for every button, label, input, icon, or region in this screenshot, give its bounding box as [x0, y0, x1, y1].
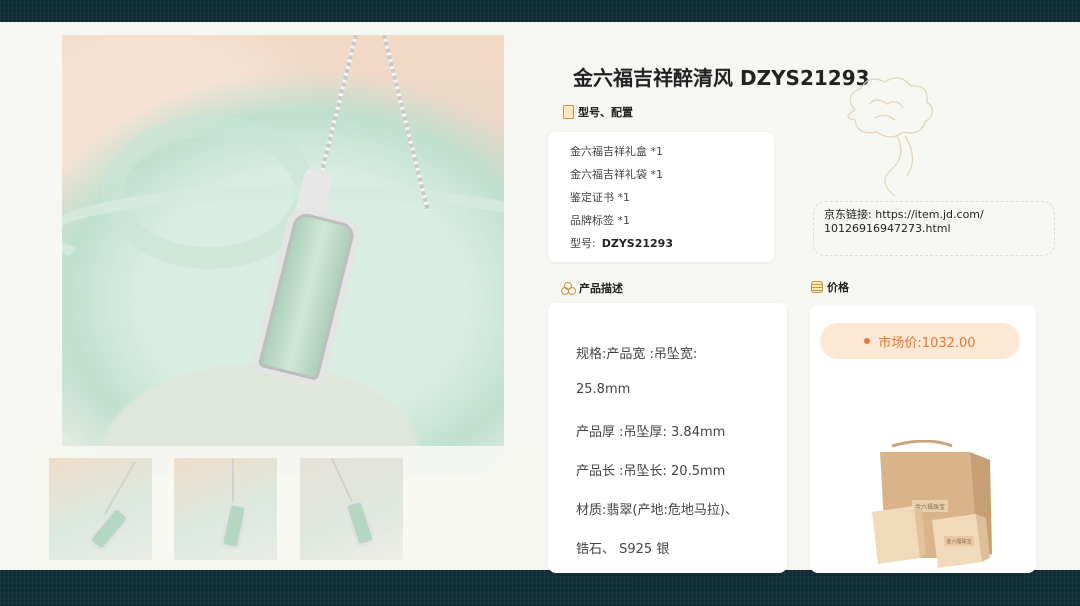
thumb-chain — [327, 458, 355, 506]
thumb-pendant — [86, 504, 132, 554]
description-line: 产品长 :吊坠长: 20.5mm — [576, 464, 726, 479]
config-item: 鉴定证书 *1 — [570, 191, 630, 204]
jd-link-box[interactable]: 京东链接: https://item.jd.com/ 1012691694727… — [813, 201, 1055, 256]
coins-icon — [811, 281, 823, 293]
thumbnail-strip — [30, 446, 548, 568]
config-section-label: 型号、配置 — [563, 104, 633, 120]
config-item: 金六福吉祥礼袋 *1 — [570, 168, 663, 181]
thumb-pendant — [219, 501, 249, 551]
price-section-title: 价格 — [827, 281, 849, 294]
document-icon — [563, 105, 574, 119]
config-section-title: 型号、配置 — [578, 106, 633, 119]
jd-link-line-1: 京东链接: https://item.jd.com/ — [824, 208, 1044, 222]
description-line: 产品厚 :吊坠厚: 3.84mm — [576, 425, 726, 440]
jd-link-url-part2[interactable]: 10126916947273.html — [824, 222, 1044, 236]
model-label: 型号: — [570, 237, 596, 250]
config-item: 金六福吉祥礼盒 *1 — [570, 145, 663, 158]
thumb-chain — [104, 461, 136, 515]
description-line: 锆石、 S925 银 — [576, 542, 670, 557]
thumbnail-3[interactable] — [300, 458, 403, 560]
thumb-chain — [232, 458, 234, 508]
config-item: 品牌标签 *1 — [570, 214, 630, 227]
product-slide: 金六福吉祥醉清风 DZYS21293 型号、配置 金六福吉祥礼盒 *1 金六福吉… — [0, 22, 1080, 573]
gift-bag-box-image: 金六福珠宝 金六福珠宝 — [872, 440, 992, 568]
auspicious-cloud-icon — [847, 77, 934, 197]
necklace-chain-right — [382, 35, 430, 211]
description-section-title: 产品描述 — [579, 282, 623, 295]
bullet-dot-icon — [864, 338, 871, 344]
price-section-label: 价格 — [811, 279, 849, 295]
config-card: 金六福吉祥礼盒 *1 金六福吉祥礼袋 *1 鉴定证书 *1 品牌标签 *1 型号… — [548, 132, 774, 262]
price-card: 市场价:1032.00 金六福珠宝 金六福珠宝 — [810, 305, 1036, 573]
jd-link-label: 京东链接: — [824, 208, 872, 221]
thumb-pendant — [343, 498, 377, 548]
market-price-pill: 市场价:1032.00 — [820, 323, 1020, 359]
gift-box-brand: 金六福珠宝 — [946, 538, 971, 545]
description-card: 规格:产品宽 :吊坠宽: 25.8mm 产品厚 :吊坠厚: 3.84mm 产品长… — [548, 303, 787, 573]
model-value: DZYS21293 — [601, 237, 673, 250]
jd-link-url-part1[interactable]: https://item.jd.com/ — [875, 208, 984, 221]
thumbnail-1[interactable] — [49, 458, 152, 560]
main-product-photo — [62, 35, 504, 475]
cluster-icon — [561, 282, 576, 295]
product-title: 金六福吉祥醉清风 DZYS21293 — [573, 66, 870, 90]
config-list: 金六福吉祥礼盒 *1 金六福吉祥礼袋 *1 鉴定证书 *1 品牌标签 *1 型号… — [548, 132, 774, 255]
thumbnail-2[interactable] — [174, 458, 277, 560]
description-line: 规格:产品宽 :吊坠宽: — [576, 347, 698, 362]
market-price: 市场价:1032.00 — [878, 335, 976, 351]
description-line: 材质:翡翠(产地:危地马拉)、 — [576, 503, 738, 518]
description-section-label: 产品描述 — [561, 280, 623, 296]
config-model-row: 型号: DZYS21293 — [570, 232, 774, 255]
description-line: 25.8mm — [576, 382, 631, 397]
